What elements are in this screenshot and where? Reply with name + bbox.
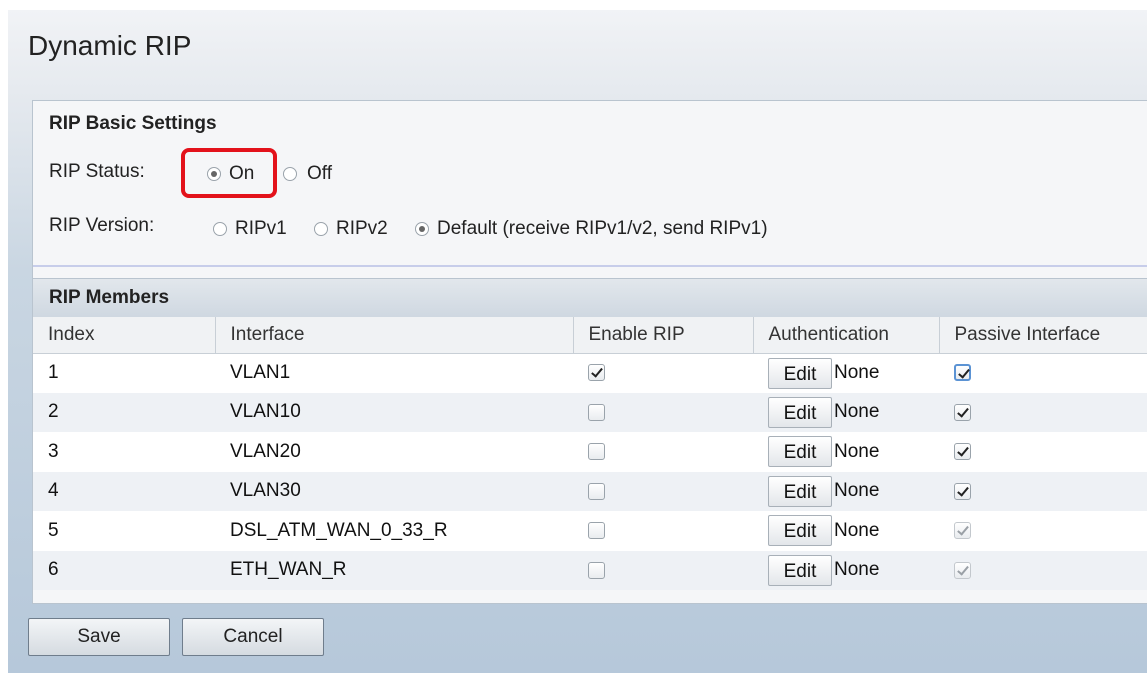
- passive-interface-checkbox: [954, 561, 971, 579]
- row-authentication-cell: Edit None: [753, 471, 939, 511]
- rip-status-highlight-box: [181, 148, 277, 198]
- row-passive-cell: [939, 432, 1147, 472]
- rip-version-v1-radio[interactable]: RIPv1: [213, 218, 287, 240]
- authentication-value: None: [834, 362, 880, 383]
- row-authentication-cell: Edit None: [753, 353, 939, 393]
- column-passive-interface: Passive Interface: [939, 317, 1147, 354]
- authentication-value: None: [834, 401, 880, 423]
- row-enable-rip-cell: [573, 392, 753, 432]
- enable-rip-checkbox[interactable]: [588, 561, 605, 579]
- rip-members-header: RIP Members: [33, 278, 1147, 318]
- passive-interface-checkbox[interactable]: [954, 364, 971, 382]
- enable-rip-checkbox[interactable]: [588, 364, 605, 382]
- authentication-value: None: [834, 519, 880, 541]
- radio-off-indicator[interactable]: [283, 167, 297, 181]
- rip-members-table: Index Interface Enable RIP Authenticatio…: [33, 317, 1147, 590]
- edit-authentication-button[interactable]: Edit: [768, 396, 832, 428]
- table-row: 2 VLAN10 Edit None: [33, 392, 1147, 432]
- rip-version-v1-label: RIPv1: [235, 218, 287, 239]
- rip-version-default-radio[interactable]: Default (receive RIPv1/v2, send RIPv1): [415, 218, 768, 240]
- passive-interface-checkbox[interactable]: [954, 482, 971, 500]
- table-row: 6 ETH_WAN_R Edit None: [33, 550, 1147, 590]
- authentication-value: None: [834, 440, 880, 462]
- rip-basic-settings-title: RIP Basic Settings: [49, 113, 217, 134]
- column-enable-rip: Enable RIP: [573, 317, 754, 354]
- row-passive-cell: [939, 392, 1147, 432]
- column-authentication: Authentication: [753, 317, 940, 354]
- row-authentication-cell: Edit None: [753, 550, 939, 590]
- enable-rip-checkbox[interactable]: [588, 482, 605, 500]
- radio-ripv1-indicator[interactable]: [213, 222, 227, 236]
- enable-rip-checkbox[interactable]: [588, 443, 605, 461]
- passive-interface-checkbox[interactable]: [954, 403, 971, 421]
- rip-version-default-label: Default (receive RIPv1/v2, send RIPv1): [437, 218, 768, 239]
- table-row: 5 DSL_ATM_WAN_0_33_R Edit None: [33, 511, 1147, 551]
- edit-authentication-button[interactable]: Edit: [768, 515, 832, 547]
- section-divider: [33, 265, 1147, 267]
- table-header-row: Index Interface Enable RIP Authenticatio…: [33, 317, 1147, 354]
- row-enable-rip-cell: [573, 471, 753, 511]
- row-interface: VLAN10: [215, 392, 573, 432]
- row-passive-cell: [939, 511, 1147, 551]
- rip-settings-panel: RIP Basic Settings RIP Status: On Off RI…: [32, 100, 1147, 604]
- row-authentication-cell: Edit None: [753, 511, 939, 551]
- row-interface: VLAN1: [215, 353, 573, 393]
- enable-rip-checkbox[interactable]: [588, 403, 605, 421]
- row-passive-cell: [939, 471, 1147, 511]
- row-interface: VLAN30: [215, 471, 573, 511]
- rip-version-label: RIP Version:: [49, 215, 155, 236]
- page-background: Dynamic RIP RIP Basic Settings RIP Statu…: [8, 10, 1147, 673]
- row-passive-cell: [939, 550, 1147, 590]
- row-enable-rip-cell: [573, 550, 753, 590]
- row-index: 3: [33, 432, 215, 472]
- radio-default-indicator[interactable]: [415, 222, 429, 236]
- row-index: 1: [33, 353, 215, 393]
- cancel-button[interactable]: Cancel: [182, 618, 324, 656]
- row-interface: ETH_WAN_R: [215, 550, 573, 590]
- row-interface: VLAN20: [215, 432, 573, 472]
- row-interface: DSL_ATM_WAN_0_33_R: [215, 511, 573, 551]
- row-passive-cell: [939, 353, 1147, 393]
- save-button[interactable]: Save: [28, 618, 170, 656]
- table-row: 4 VLAN30 Edit None: [33, 471, 1147, 511]
- rip-status-label: RIP Status:: [49, 161, 145, 182]
- authentication-value: None: [834, 559, 880, 581]
- table-row: 1 VLAN1 Edit None: [33, 353, 1147, 393]
- column-interface: Interface: [215, 317, 574, 354]
- enable-rip-checkbox[interactable]: [588, 522, 605, 540]
- row-enable-rip-cell: [573, 511, 753, 551]
- rip-version-v2-label: RIPv2: [336, 218, 388, 239]
- edit-authentication-button[interactable]: Edit: [768, 357, 832, 389]
- rip-status-off-label: Off: [307, 163, 332, 184]
- authentication-value: None: [834, 480, 880, 502]
- row-enable-rip-cell: [573, 353, 753, 393]
- table-row: 3 VLAN20 Edit None: [33, 432, 1147, 472]
- row-authentication-cell: Edit None: [753, 392, 939, 432]
- page-title: Dynamic RIP: [28, 30, 192, 61]
- edit-authentication-button[interactable]: Edit: [768, 475, 832, 507]
- passive-interface-checkbox: [954, 522, 971, 540]
- edit-authentication-button[interactable]: Edit: [768, 436, 832, 468]
- radio-ripv2-indicator[interactable]: [314, 222, 328, 236]
- row-index: 4: [33, 471, 215, 511]
- rip-status-off-radio[interactable]: Off: [283, 163, 332, 185]
- row-index: 6: [33, 550, 215, 590]
- column-index: Index: [33, 317, 216, 354]
- rip-version-v2-radio[interactable]: RIPv2: [314, 218, 388, 240]
- passive-interface-checkbox[interactable]: [954, 443, 971, 461]
- row-index: 2: [33, 392, 215, 432]
- rip-members-title: RIP Members: [49, 287, 170, 308]
- row-enable-rip-cell: [573, 432, 753, 472]
- row-index: 5: [33, 511, 215, 551]
- edit-authentication-button[interactable]: Edit: [768, 554, 832, 586]
- row-authentication-cell: Edit None: [753, 432, 939, 472]
